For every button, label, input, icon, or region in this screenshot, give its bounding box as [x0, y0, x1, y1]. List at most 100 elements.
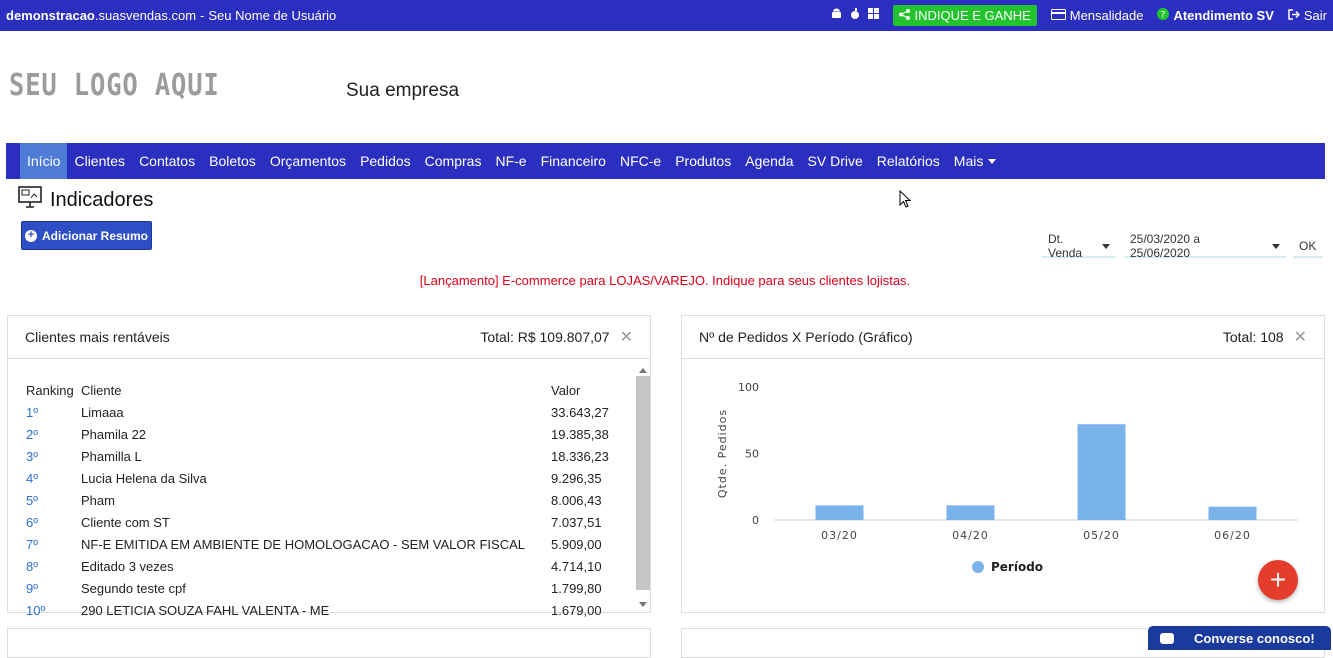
column-header: Ranking — [26, 382, 74, 398]
nav-compras[interactable]: Compras — [418, 143, 489, 179]
rank-cell[interactable]: 6º — [26, 515, 81, 530]
nav-sv-drive[interactable]: SV Drive — [801, 143, 870, 179]
rank-cell[interactable]: 10º — [26, 603, 81, 618]
rank-cell[interactable]: 2º — [26, 427, 81, 442]
rank-cell[interactable]: 8º — [26, 559, 81, 574]
clients-panel: Clientes mais rentáveis Total: R$ 109.80… — [7, 315, 651, 618]
scroll-down-icon[interactable] — [639, 602, 647, 607]
company-name: Sua empresa — [346, 80, 460, 101]
indique-e-ganhe-button[interactable]: INDIQUE E GANHE — [893, 5, 1037, 26]
table-row[interactable]: 10º 290 LETICIA SOUZA FAHL VALENTA - ME 1.… — [26, 599, 641, 621]
nav-clientes[interactable]: Clientes — [67, 143, 132, 179]
atendimento-link[interactable]: ? Atendimento SV — [1157, 8, 1274, 23]
value-cell: 1.679,00 — [551, 602, 602, 618]
chat-label: Converse conosco! — [1194, 630, 1315, 646]
rank-cell[interactable]: 1º — [26, 405, 81, 420]
table-row[interactable]: 9º Segundo teste cpf 1.799,80 — [26, 577, 641, 599]
company-logo: SEU LOGO AQUI — [9, 68, 220, 103]
client-cell: Phamilla L — [81, 448, 142, 464]
date-range-value: 25/03/2020 a 25/06/2020 — [1130, 232, 1201, 260]
client-cell: Pham — [81, 492, 115, 508]
rank-cell[interactable]: 5º — [26, 493, 81, 508]
date-type-value: Dt. Venda — [1048, 232, 1083, 260]
client-cell: Phamila 22 — [81, 426, 147, 442]
nav-nfe[interactable]: NF-e — [488, 143, 533, 179]
value-cell: 4.714,10 — [551, 558, 602, 574]
nav-agenda[interactable]: Agenda — [738, 143, 800, 179]
credit-card-icon — [1050, 8, 1066, 23]
nav-nfce[interactable]: NFC-e — [613, 143, 668, 179]
value-cell: 7.037,51 — [551, 514, 602, 530]
rank-cell[interactable]: 7º — [26, 537, 81, 552]
nav-mais[interactable]: Mais — [947, 143, 1004, 179]
apple-icon[interactable] — [850, 8, 860, 23]
table-row[interactable]: 8º Editado 3 vezes 4.714,10 — [26, 555, 641, 577]
table-row[interactable]: 4º Lucia Helena da Silva 9.296,35 — [26, 467, 641, 489]
bar — [946, 505, 995, 520]
close-icon[interactable]: ✕ — [1294, 327, 1307, 347]
android-icon[interactable] — [831, 8, 842, 23]
nav-inicio[interactable]: Início — [20, 143, 68, 179]
nav-boletos[interactable]: Boletos — [202, 143, 263, 179]
orders-bar-chart: 0 50 100 Qtde. Pedidos 03/20 04/20 05/20 06/20 P… — [716, 381, 1298, 574]
table-row[interactable]: 2º Phamila 22 19.385,38 — [26, 423, 641, 445]
table-row[interactable]: 1º Limaaa 33.643,27 — [26, 401, 641, 423]
mensalidade-label: Mensalidade — [1069, 8, 1144, 23]
windows-icon[interactable] — [868, 8, 880, 23]
table-row[interactable]: 3º Phamilla L 18.336,23 — [26, 445, 641, 467]
nav-contatos[interactable]: Contatos — [132, 143, 202, 179]
close-icon[interactable]: ✕ — [620, 327, 633, 347]
client-cell: NF-E EMITIDA EM AMBIENTE DE HOMOLOGACAO … — [81, 536, 525, 552]
mensalidade-link[interactable]: Mensalidade — [1050, 8, 1144, 23]
table-row[interactable]: 7º NF-E EMITIDA EM AMBIENTE DE HOMOLOGACA… — [26, 533, 641, 555]
y-tick-label: 100 — [738, 381, 759, 394]
main-nav: Início Clientes Contatos Boletos Orçamen… — [6, 143, 1325, 179]
promo-banner[interactable]: [Lançamento] E-commerce para LOJAS/VAREJ… — [0, 273, 1330, 288]
clients-panel-title: Clientes mais rentáveis — [25, 329, 170, 345]
chat-widget[interactable]: Converse conosco! — [1148, 626, 1331, 650]
column-header: Cliente — [81, 382, 122, 398]
add-fab-button[interactable]: + — [1258, 560, 1298, 600]
y-axis-label: Qtde. Pedidos — [716, 409, 729, 498]
nav-mais-label: Mais — [953, 153, 984, 169]
rank-cell[interactable]: 4º — [26, 471, 81, 486]
client-cell: Limaaa — [81, 404, 124, 420]
add-summary-button[interactable]: + Adicionar Resumo — [21, 221, 152, 250]
plus-circle-icon: + — [24, 229, 37, 242]
table-row[interactable]: 6º Cliente com ST 7.037,51 — [26, 511, 641, 533]
sair-link[interactable]: Sair — [1288, 8, 1327, 23]
ranking-scrollbar[interactable] — [636, 366, 650, 613]
value-cell: 5.909,00 — [551, 536, 602, 552]
account-info: demonstracao.suasvendas.com - Seu Nome d… — [6, 8, 336, 23]
nav-financeiro[interactable]: Financeiro — [534, 143, 613, 179]
table-header: Ranking Cliente Valor — [26, 379, 641, 401]
svg-text:?: ? — [1161, 11, 1166, 21]
value-cell: 19.385,38 — [551, 426, 609, 442]
x-tick-label: 06/20 — [1214, 529, 1251, 542]
nav-produtos[interactable]: Produtos — [668, 143, 738, 179]
table-row[interactable]: 5º Pham 8.006,43 — [26, 489, 641, 511]
scroll-up-icon[interactable] — [639, 368, 647, 373]
date-range-picker[interactable]: 25/03/2020 a 25/06/2020 — [1124, 232, 1286, 260]
clients-panel-total: Total: R$ 109.807,07 — [480, 329, 610, 345]
scrollbar-thumb[interactable] — [636, 376, 650, 590]
rank-cell[interactable]: 3º — [26, 449, 81, 464]
legend-marker — [972, 561, 984, 573]
date-type-dropdown[interactable]: Dt. Venda — [1042, 232, 1116, 260]
ok-button[interactable]: OK — [1293, 236, 1323, 258]
orders-panel-title: Nº de Pedidos X Período (Gráfico) — [699, 329, 913, 345]
domain: demonstracao.suasvendas.com — [6, 8, 197, 23]
column-header: Valor — [551, 382, 581, 398]
bar — [1077, 424, 1126, 520]
x-tick-label: 04/20 — [952, 529, 989, 542]
bar — [1208, 506, 1257, 520]
value-cell: 9.296,35 — [551, 470, 602, 486]
rank-cell[interactable]: 9º — [26, 581, 81, 596]
nav-orcamentos[interactable]: Orçamentos — [263, 143, 353, 179]
nav-pedidos[interactable]: Pedidos — [353, 143, 418, 179]
sales-panel — [7, 628, 651, 658]
client-cell: Segundo teste cpf — [81, 580, 186, 596]
nav-relatorios[interactable]: Relatórios — [870, 143, 947, 179]
value-cell: 33.643,27 — [551, 404, 609, 420]
client-cell: Lucia Helena da Silva — [81, 470, 207, 486]
